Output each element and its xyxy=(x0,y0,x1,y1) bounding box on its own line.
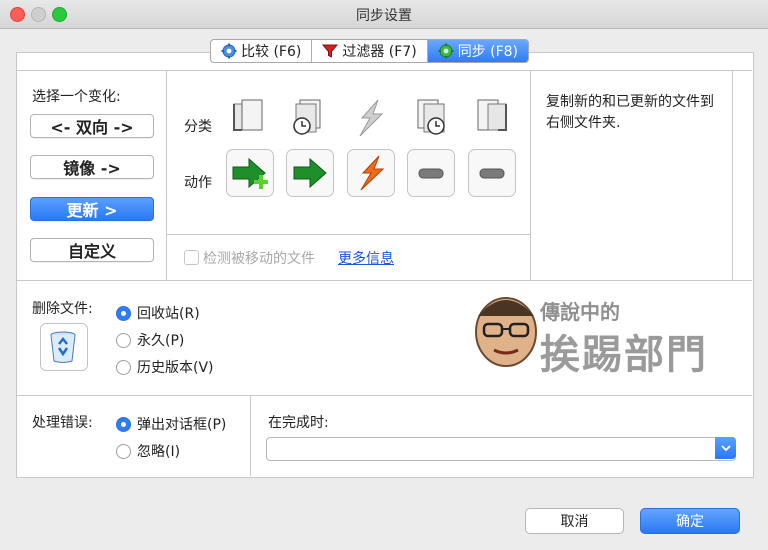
do-nothing-icon xyxy=(479,168,505,179)
divider xyxy=(166,70,167,280)
divider xyxy=(530,70,531,280)
radio-indicator xyxy=(116,305,131,321)
cancel-button[interactable]: 取消 xyxy=(525,508,624,534)
category-label: 分类 xyxy=(184,119,212,135)
recycle-bin-box xyxy=(40,323,88,371)
custom-button[interactable]: 自定义 xyxy=(30,238,154,262)
copy-new-right-icon xyxy=(232,157,268,189)
radio-indicator xyxy=(116,443,131,459)
tab-compare[interactable]: 比较 (F6) xyxy=(211,40,313,62)
do-nothing-button[interactable] xyxy=(407,149,455,197)
mirror-button[interactable]: 镜像 -> xyxy=(30,155,154,179)
tab-bar: 比较 (F6) 过滤器 (F7) 同步 (F8) xyxy=(210,39,530,63)
watermark-line1: 傳說中的 xyxy=(540,300,620,324)
delete-recycle-label: 回收站(R) xyxy=(137,306,200,322)
delete-versioning-label: 历史版本(V) xyxy=(137,360,214,376)
delete-permanent-radio[interactable]: 永久(P) xyxy=(116,330,184,350)
left-only-file-icon xyxy=(233,99,263,131)
copy-new-right-button[interactable] xyxy=(226,149,274,197)
on-completion-label: 在完成时: xyxy=(268,415,329,431)
delete-files-label: 删除文件: xyxy=(32,301,93,317)
radio-indicator xyxy=(116,359,131,375)
right-only-file-icon xyxy=(477,99,507,131)
right-newer-file-icon xyxy=(417,99,445,135)
on-completion-select[interactable] xyxy=(266,437,736,461)
filter-icon xyxy=(322,44,339,58)
divider xyxy=(250,395,251,476)
tab-filter-label: 过滤器 (F7) xyxy=(342,44,417,60)
action-label: 动作 xyxy=(184,175,212,191)
recycle-bin-icon xyxy=(50,331,76,363)
error-popup-label: 弹出对话框(P) xyxy=(137,417,227,433)
tab-sync[interactable]: 同步 (F8) xyxy=(427,40,529,62)
window-title: 同步设置 xyxy=(356,8,412,24)
divider xyxy=(16,395,752,396)
error-handling-label: 处理错误: xyxy=(32,415,93,431)
divider xyxy=(16,280,752,281)
conflict-action-button[interactable] xyxy=(347,149,395,197)
watermark-line2: 挨踢部門 xyxy=(540,332,708,378)
error-popup-radio[interactable]: 弹出对话框(P) xyxy=(116,414,226,434)
delete-recycle-radio[interactable]: 回收站(R) xyxy=(116,303,200,323)
two-way-button[interactable]: <- 双向 -> xyxy=(30,114,154,138)
delete-permanent-label: 永久(P) xyxy=(137,333,185,349)
divider xyxy=(16,70,752,71)
gear-icon xyxy=(438,43,454,59)
update-button[interactable]: 更新 > xyxy=(30,197,154,221)
do-nothing-icon xyxy=(418,168,444,179)
conflict-action-icon xyxy=(360,155,385,191)
radio-indicator xyxy=(116,416,131,432)
do-nothing-button[interactable] xyxy=(468,149,516,197)
radio-indicator xyxy=(116,332,131,348)
more-info-link[interactable]: 更多信息 xyxy=(338,248,394,268)
tab-filter[interactable]: 过滤器 (F7) xyxy=(312,40,428,62)
title-bar: 同步设置 xyxy=(0,0,768,29)
left-newer-file-icon xyxy=(293,99,321,135)
conflict-icon xyxy=(359,99,384,137)
error-ignore-radio[interactable]: 忽略(I) xyxy=(116,441,180,461)
divider xyxy=(732,70,733,280)
mascot-face-icon xyxy=(475,297,537,367)
divider xyxy=(166,234,530,235)
copy-right-icon xyxy=(293,157,327,189)
chevron-down-icon[interactable] xyxy=(715,437,736,459)
detect-moved-checkbox[interactable] xyxy=(184,250,199,265)
delete-versioning-radio[interactable]: 历史版本(V) xyxy=(116,357,214,377)
tab-compare-label: 比较 (F6) xyxy=(241,44,302,60)
tab-sync-label: 同步 (F8) xyxy=(457,44,519,60)
detect-moved-label: 检测被移动的文件 xyxy=(203,251,315,267)
copy-right-button[interactable] xyxy=(286,149,334,197)
gear-icon xyxy=(221,43,237,59)
variant-heading: 选择一个变化: xyxy=(32,89,121,105)
variant-description: 复制新的和已更新的文件到右侧文件夹. xyxy=(546,94,714,131)
error-ignore-label: 忽略(I) xyxy=(137,444,181,460)
ok-button[interactable]: 确定 xyxy=(640,508,740,534)
